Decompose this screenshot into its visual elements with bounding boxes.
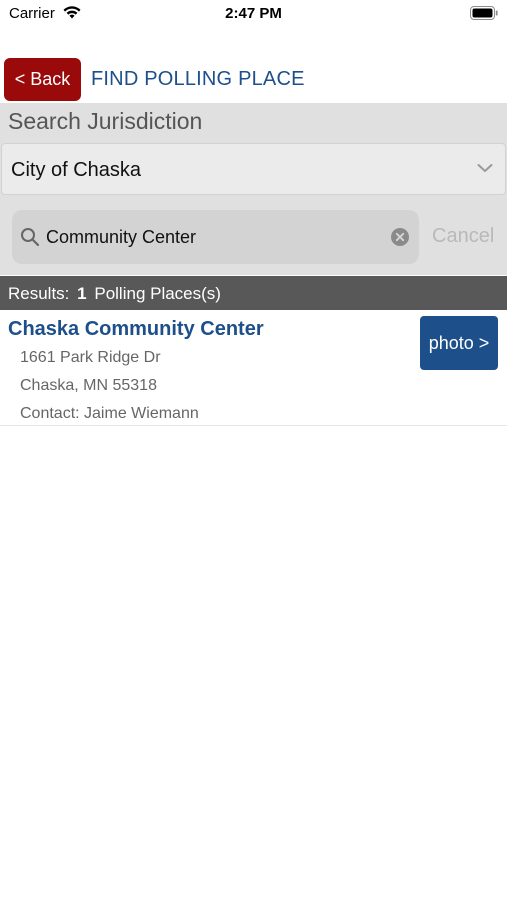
search-input[interactable]	[46, 222, 381, 252]
results-prefix: Results:	[8, 284, 70, 303]
jurisdiction-select[interactable]: City of Chaska	[1, 143, 506, 195]
cancel-button[interactable]: Cancel	[432, 225, 494, 248]
contact-name: Contact: Jaime Wiemann	[20, 405, 199, 422]
search-field[interactable]	[12, 210, 419, 264]
page-title: FIND POLLING PLACE	[91, 68, 305, 90]
nav-header: < Back FIND POLLING PLACE	[0, 56, 507, 102]
jurisdiction-label: Search Jurisdiction	[8, 108, 203, 134]
address-line-2: Chaska, MN 55318	[20, 377, 157, 394]
battery-icon	[470, 6, 498, 20]
polling-place-name[interactable]: Chaska Community Center	[8, 318, 264, 341]
search-icon	[21, 228, 40, 247]
results-suffix: Polling Places(s)	[94, 284, 221, 303]
address-line-1: 1661 Park Ridge Dr	[20, 349, 161, 366]
status-bar: Carrier 2:47 PM	[0, 0, 507, 30]
chevron-down-icon	[477, 164, 493, 172]
back-button[interactable]: < Back	[4, 58, 81, 101]
results-count: 1	[77, 284, 87, 303]
results-summary-bar: Results: 1 Polling Places(s)	[0, 276, 507, 310]
status-time: 2:47 PM	[225, 5, 282, 22]
clear-search-icon[interactable]	[391, 228, 409, 246]
photo-button[interactable]: photo >	[420, 316, 498, 370]
jurisdiction-select-value: City of Chaska	[11, 159, 142, 181]
results-summary: Results: 1 Polling Places(s)	[8, 284, 221, 304]
jurisdiction-section: Search Jurisdiction City of Chaska Cance…	[0, 103, 507, 275]
list-item[interactable]: Chaska Community Center 1661 Park Ridge …	[0, 310, 507, 426]
